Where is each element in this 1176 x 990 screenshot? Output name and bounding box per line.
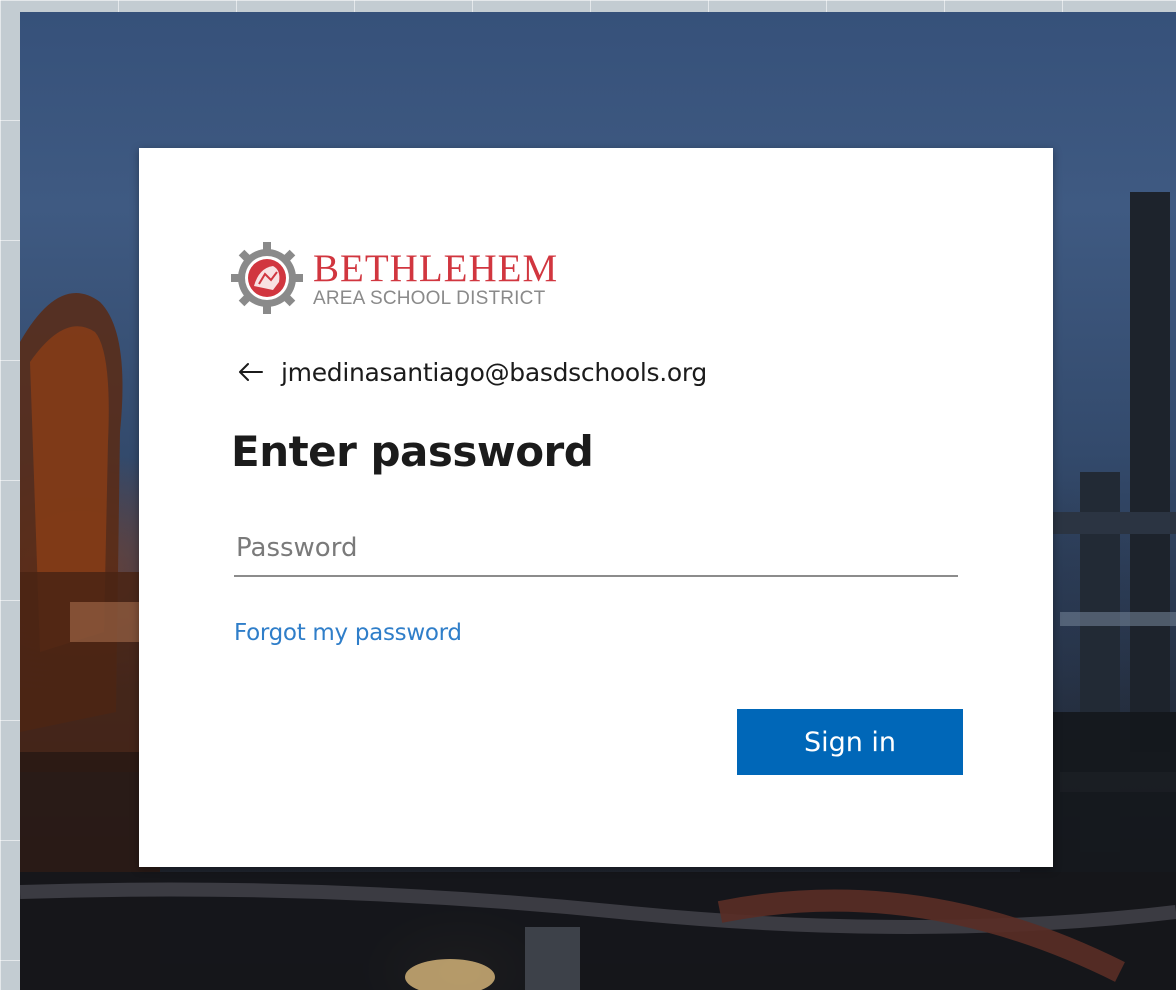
arrow-left-icon [239, 363, 263, 381]
sign-in-card: BETHLEHEM AREA SCHOOL DISTRICT jmedinasa… [139, 148, 1053, 867]
forgot-password-link[interactable]: Forgot my password [234, 620, 462, 646]
page-title: Enter password [231, 427, 594, 476]
district-logo: BETHLEHEM AREA SCHOOL DISTRICT [229, 238, 558, 318]
logo-name: BETHLEHEM [313, 246, 559, 290]
screen: BETHLEHEM AREA SCHOOL DISTRICT jmedinasa… [0, 0, 1176, 990]
back-button[interactable] [237, 355, 271, 389]
logo-wordmark: BETHLEHEM AREA SCHOOL DISTRICT [313, 249, 558, 308]
password-input[interactable] [234, 521, 958, 577]
logo-subtitle: AREA SCHOOL DISTRICT [313, 287, 546, 309]
identity-email: jmedinasantiago@basdschools.org [281, 357, 707, 387]
gear-seal-icon [231, 242, 303, 314]
identity-row: jmedinasantiago@basdschools.org [237, 355, 707, 389]
sign-in-button[interactable]: Sign in [737, 709, 963, 775]
